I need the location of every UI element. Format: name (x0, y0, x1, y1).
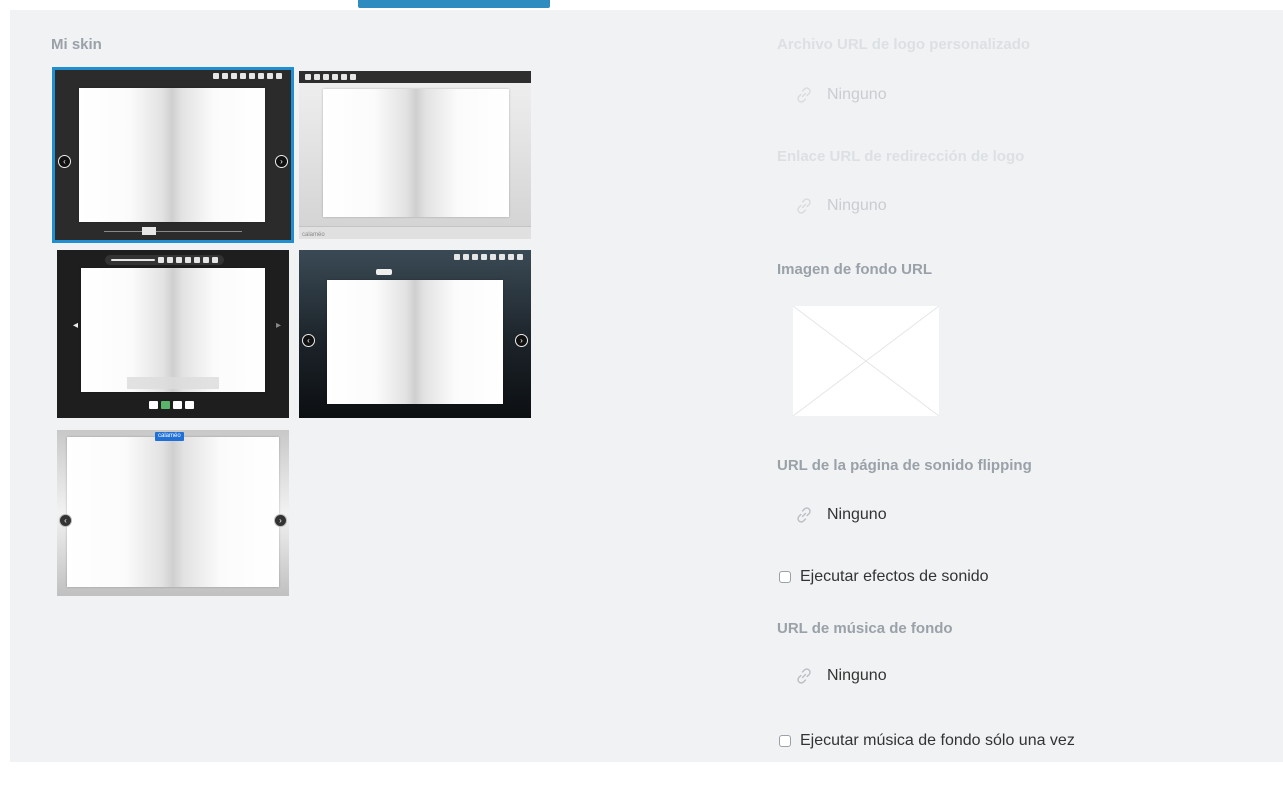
skin-slider (104, 231, 242, 232)
flip-sound-row[interactable]: Ninguno (793, 504, 887, 526)
skin-option-3[interactable]: ◂ ▸ (57, 250, 289, 418)
music-once-row[interactable]: Ejecutar música de fondo sólo una vez (779, 732, 1075, 750)
bg-image-label: Imagen de fondo URL (777, 261, 932, 278)
music-once-label: Ejecutar música de fondo sólo una vez (800, 732, 1075, 749)
link-icon (793, 504, 815, 526)
link-icon (793, 84, 815, 106)
skin-option-1[interactable]: ‹ › (52, 67, 294, 243)
skin-option-4[interactable]: ‹ › (299, 250, 531, 418)
bg-image-upload[interactable] (792, 305, 940, 417)
next-icon: › (274, 514, 287, 527)
next-icon: ▸ (275, 320, 281, 331)
music-value: Ninguno (827, 667, 887, 684)
logo-url-label: Archivo URL de logo personalizado (777, 36, 1031, 53)
section-title: Mi skin (51, 36, 102, 53)
skin-brand: calaméo (302, 232, 325, 238)
skin-bottom-bar (299, 226, 531, 239)
next-icon: › (275, 155, 288, 168)
skin-option-2[interactable]: calaméo (299, 71, 531, 239)
logo-url-value: Ninguno (827, 86, 887, 103)
skin-toolbar (105, 255, 224, 265)
logo-link-value: Ninguno (827, 197, 887, 214)
prev-icon: ‹ (58, 155, 71, 168)
link-icon (793, 665, 815, 687)
next-icon: › (515, 334, 528, 347)
music-label: URL de música de fondo (777, 620, 953, 637)
prev-icon: ◂ (73, 320, 79, 331)
logo-link-label: Enlace URL de redirección de logo (777, 148, 1025, 165)
skin-page-buttons (149, 401, 194, 409)
skin-toolbar (213, 73, 282, 79)
settings-panel: Mi skin ‹ › calaméo ◂ ▸ ‹ › calaméo ‹ › (10, 10, 1283, 762)
flip-sound-value: Ninguno (827, 506, 887, 523)
link-icon (793, 195, 815, 217)
music-row[interactable]: Ninguno (793, 665, 887, 687)
prev-icon: ‹ (302, 334, 315, 347)
prev-icon: ‹ (59, 514, 72, 527)
skin-slider-thumb (376, 269, 392, 275)
logo-link-row[interactable]: Ninguno (793, 195, 887, 217)
active-tab-indicator (358, 0, 550, 8)
skin-toolbar (305, 74, 356, 80)
play-sound-label: Ejecutar efectos de sonido (800, 568, 989, 585)
logo-url-row[interactable]: Ninguno (793, 84, 887, 106)
image-placeholder-icon (792, 305, 940, 417)
music-once-checkbox[interactable] (779, 735, 791, 747)
skin-toolbar (454, 254, 523, 260)
skin-option-5[interactable]: calaméo ‹ › (57, 430, 289, 596)
play-sound-checkbox[interactable] (779, 571, 791, 583)
skin-bottom-controls (127, 377, 219, 389)
skin-slider-thumb (142, 227, 156, 235)
skin-badge: calaméo (155, 432, 184, 441)
flip-sound-label: URL de la página de sonido flipping (777, 457, 1032, 474)
play-sound-row[interactable]: Ejecutar efectos de sonido (779, 568, 989, 586)
